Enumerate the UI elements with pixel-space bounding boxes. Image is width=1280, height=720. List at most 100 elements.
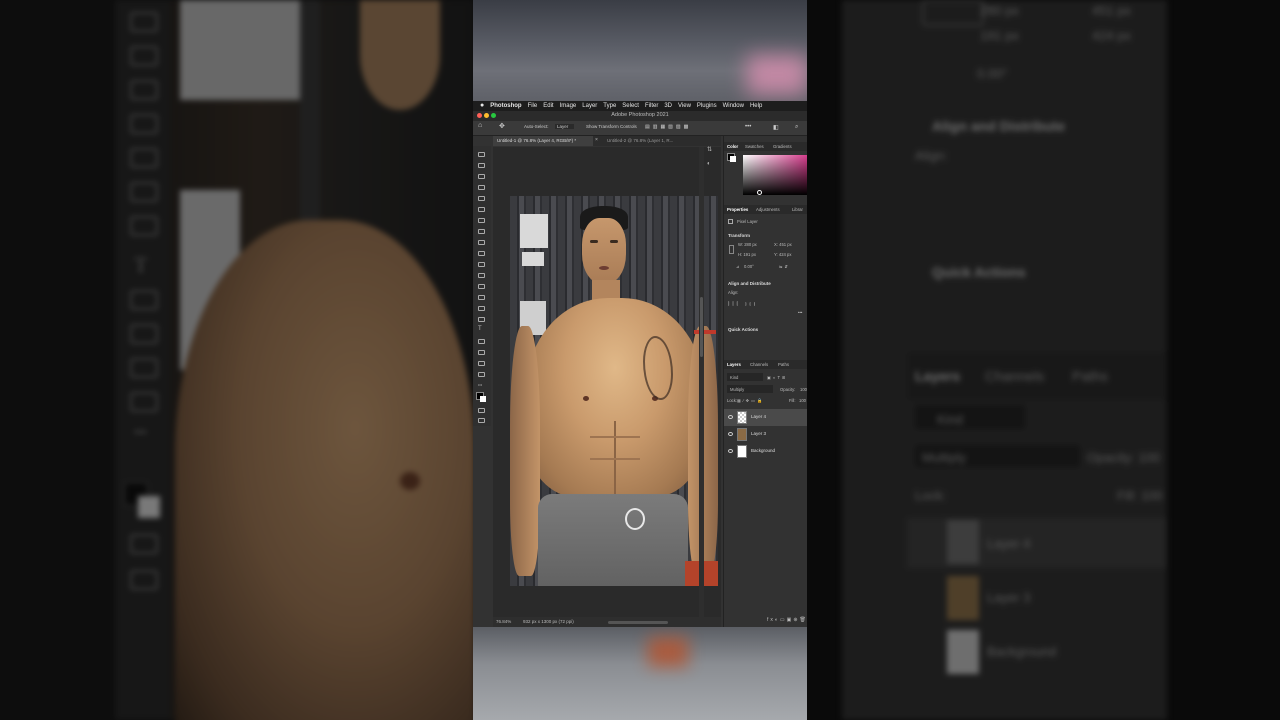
visibility-eye-icon[interactable] — [728, 432, 733, 436]
menu-file[interactable]: File — [528, 101, 538, 111]
menu-plugins[interactable]: Plugins — [697, 101, 717, 111]
doc-tab-untitled-2[interactable]: Untitled-2 @ 76.8% (Layer 1, R... — [603, 136, 703, 146]
close-tab-icon[interactable]: × — [595, 137, 598, 143]
angle-field[interactable]: 0.00° — [744, 264, 754, 269]
tab-channels[interactable]: Channels — [750, 360, 768, 369]
move-tool-icon[interactable] — [478, 152, 485, 157]
layer-name[interactable]: Layer 3 — [751, 431, 766, 436]
eyedropper-tool-icon[interactable] — [478, 218, 485, 223]
home-icon[interactable]: ⌂ — [478, 122, 482, 129]
layer-row-layer-4[interactable]: Layer 4 — [724, 409, 807, 426]
menu-filter[interactable]: Filter — [645, 101, 658, 111]
zoom-tool-icon[interactable] — [478, 372, 485, 377]
more-align-icon[interactable]: ••• — [798, 310, 802, 315]
x-field[interactable]: X: 451 px — [774, 242, 792, 247]
zoom-level[interactable]: 76.84% — [496, 619, 511, 624]
tab-layers[interactable]: Layers — [727, 360, 741, 369]
search-icon[interactable]: ⌕ — [795, 124, 798, 131]
right-background-blur: 280 px 191 px 451 px 424 px 0.00° Align … — [807, 0, 1280, 720]
horizontal-scrollbar[interactable] — [608, 621, 668, 624]
stamp-tool-icon[interactable] — [478, 251, 485, 256]
document-image[interactable] — [510, 196, 718, 586]
layer-name[interactable]: Background — [751, 448, 775, 453]
visibility-eye-icon[interactable] — [728, 415, 733, 419]
transform-section-title[interactable]: Transform — [728, 233, 750, 238]
crop-tool-icon[interactable] — [478, 196, 485, 201]
align-buttons-icon[interactable]: ⫿⫿⫿ ⫾⫾⫾ — [728, 301, 758, 306]
brush-tool-icon[interactable] — [478, 240, 485, 245]
history-brush-tool-icon[interactable] — [478, 262, 485, 267]
fill-value[interactable]: 100 — [799, 398, 806, 403]
layer-row-background[interactable]: Background — [724, 443, 807, 460]
healing-tool-icon[interactable] — [478, 229, 485, 234]
blur-tool-icon[interactable] — [478, 295, 485, 300]
auto-select-label[interactable]: Auto-Select: — [524, 124, 549, 129]
background-color-swatch[interactable] — [480, 396, 486, 402]
tab-color[interactable]: Color — [727, 142, 738, 151]
3d-mode-icon[interactable]: ◧ — [773, 124, 779, 131]
path-select-tool-icon[interactable] — [478, 339, 485, 344]
menu-view[interactable]: View — [678, 101, 691, 111]
lock-label: Lock: — [727, 398, 738, 403]
visibility-eye-icon[interactable] — [728, 449, 733, 453]
doc-tab-untitled-1[interactable]: Untitled-1 @ 76.8% (Layer 4, RGB/8*) * — [493, 136, 593, 146]
hand-tool-icon[interactable] — [478, 361, 485, 366]
menu-app-name[interactable]: Photoshop — [490, 101, 521, 111]
more-options-icon[interactable]: ••• — [745, 124, 751, 130]
color-picker-field[interactable] — [743, 155, 807, 195]
color-picker-cursor[interactable] — [757, 190, 762, 195]
auto-select-dropdown[interactable]: Layer — [555, 124, 575, 129]
bg-color-chip[interactable] — [730, 156, 736, 162]
quick-mask-icon[interactable] — [478, 408, 485, 413]
history-icon[interactable]: ⇅ — [707, 146, 712, 153]
screen-mode-icon[interactable] — [478, 418, 485, 423]
vertical-scrollbar[interactable] — [699, 147, 704, 617]
menu-help[interactable]: Help — [750, 101, 762, 111]
menu-edit[interactable]: Edit — [543, 101, 553, 111]
menu-type[interactable]: Type — [603, 101, 616, 111]
layer-footer-icons[interactable]: fx◐▭▣⊕🗑 — [767, 617, 807, 623]
transform-controls-checkbox[interactable]: Show Transform Controls — [586, 124, 637, 129]
layer-name[interactable]: Layer 4 — [751, 414, 766, 419]
menu-select[interactable]: Select — [622, 101, 639, 111]
opacity-value[interactable]: 100 — [800, 387, 807, 392]
tab-paths[interactable]: Paths — [778, 360, 789, 369]
width-field[interactable]: W: 280 px — [738, 242, 757, 247]
tab-adjustments[interactable]: Adjustments — [756, 205, 780, 214]
menu-layer[interactable]: Layer — [582, 101, 597, 111]
move-tool-icon[interactable]: ✥ — [499, 122, 505, 130]
type-tool-icon[interactable]: T — [478, 326, 482, 332]
gradient-tool-icon[interactable] — [478, 284, 485, 289]
pen-tool-icon[interactable] — [478, 317, 485, 322]
apple-icon[interactable]: ● — [480, 101, 484, 111]
filter-icons[interactable]: ▣◐T⊞ — [767, 375, 788, 380]
canvas-area[interactable] — [493, 147, 721, 617]
tab-properties[interactable]: Properties — [727, 205, 748, 214]
layer-row-layer-3[interactable]: Layer 3 — [724, 426, 807, 443]
quick-select-tool-icon[interactable] — [478, 185, 485, 190]
adjust-icon[interactable]: ◐ — [707, 161, 711, 167]
y-field[interactable]: Y: 424 px — [774, 252, 791, 257]
shape-tool-icon[interactable] — [478, 350, 485, 355]
eraser-tool-icon[interactable] — [478, 273, 485, 278]
frame-tool-icon[interactable] — [478, 207, 485, 212]
kind-filter-label: Kind — [730, 375, 739, 380]
menu-window[interactable]: Window — [723, 101, 744, 111]
tab-swatches[interactable]: Swatches — [745, 142, 764, 151]
lock-icons[interactable]: ▦∕✥▭🔒 — [737, 398, 764, 404]
dodge-tool-icon[interactable] — [478, 306, 485, 311]
align-section-title[interactable]: Align and Distribute — [728, 281, 771, 286]
tab-libraries[interactable]: Librar — [792, 205, 803, 214]
link-icon[interactable] — [729, 245, 734, 254]
marquee-tool-icon[interactable] — [478, 163, 485, 168]
align-icons[interactable]: ▤▥▦▧▨▩ — [645, 124, 691, 130]
height-field[interactable]: H: 191 px — [738, 252, 756, 257]
menu-image[interactable]: Image — [560, 101, 577, 111]
quick-actions-title[interactable]: Quick Actions — [728, 327, 758, 332]
flip-icons[interactable]: ⇋⇵ — [779, 264, 790, 269]
tools-panel: T ••• — [473, 146, 491, 426]
menu-3d[interactable]: 3D — [664, 101, 672, 111]
more-tools-icon[interactable]: ••• — [478, 382, 482, 387]
lasso-tool-icon[interactable] — [478, 174, 485, 179]
tab-gradients[interactable]: Gradients — [773, 142, 792, 151]
